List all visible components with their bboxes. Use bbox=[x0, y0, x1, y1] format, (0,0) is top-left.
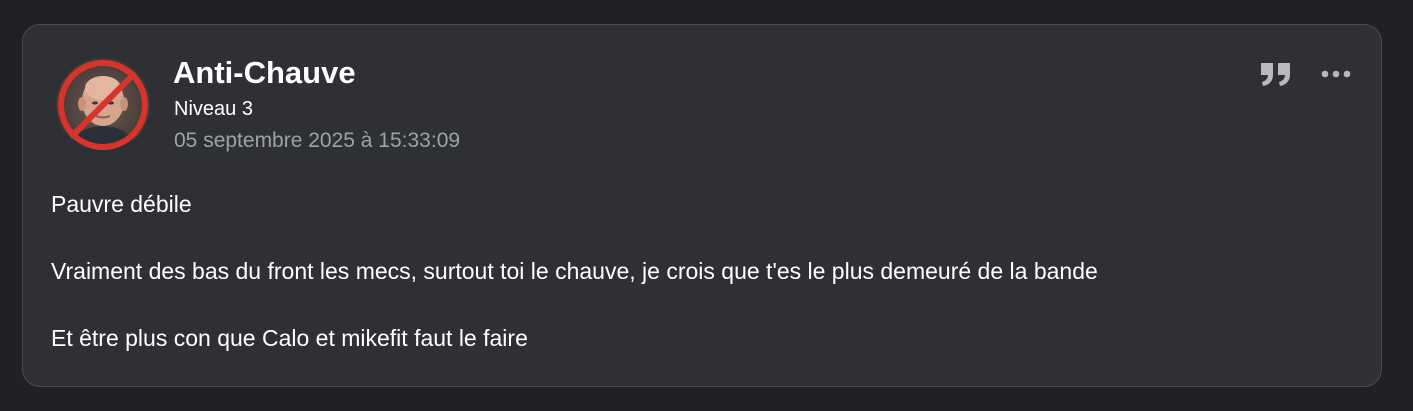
post-actions bbox=[1259, 61, 1351, 87]
post-paragraph: Pauvre débile bbox=[51, 191, 192, 217]
author-level: Niveau 3 bbox=[174, 98, 253, 120]
avatar[interactable] bbox=[56, 58, 150, 152]
more-options-icon bbox=[1321, 70, 1351, 78]
quote-icon bbox=[1261, 63, 1290, 86]
forum-post: Anti-Chauve Niveau 3 05 septembre 2025 à… bbox=[22, 24, 1382, 387]
post-body: Pauvre débile Vraiment des bas du front … bbox=[51, 191, 1341, 392]
more-options-button[interactable] bbox=[1321, 70, 1351, 78]
author-name[interactable]: Anti-Chauve bbox=[173, 55, 356, 91]
quote-button[interactable] bbox=[1259, 61, 1293, 87]
post-paragraph: Et être plus con que Calo et mikefit fau… bbox=[51, 325, 528, 351]
avatar-icon bbox=[56, 58, 150, 152]
post-paragraph: Vraiment des bas du front les mecs, surt… bbox=[51, 258, 1098, 284]
post-date[interactable]: 05 septembre 2025 à 15:33:09 bbox=[174, 129, 460, 153]
